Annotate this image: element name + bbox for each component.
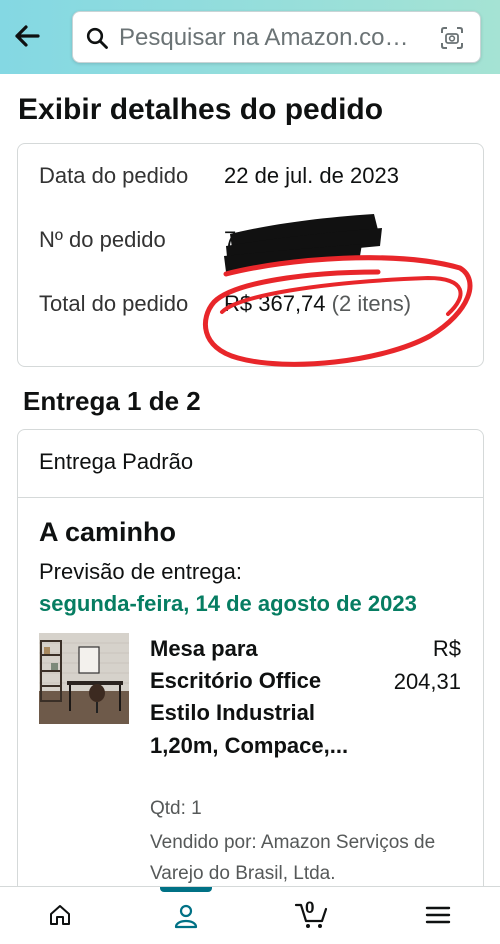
nav-menu[interactable] (375, 887, 500, 944)
order-total-amount: R$ 367,74 (224, 291, 326, 316)
delivery-status: A caminho (39, 517, 177, 547)
search-placeholder[interactable]: Pesquisar na Amazon.co… (119, 24, 437, 52)
order-total-label: Total do pedido (39, 291, 189, 316)
product-image[interactable] (39, 633, 129, 724)
price-currency: R$ (432, 636, 461, 661)
divider (18, 497, 483, 498)
search-input[interactable]: Pesquisar na Amazon.co… (72, 11, 481, 63)
product-title[interactable]: Mesa para Escritório Office Estilo Indus… (150, 633, 350, 762)
order-number-label: Nº do pedido (39, 227, 166, 252)
delivery-card: Entrega Padrão A caminho Previsão de ent… (17, 429, 484, 899)
shipping-method: Entrega Padrão (39, 449, 194, 474)
nav-home[interactable] (0, 887, 125, 944)
order-date-value: 22 de jul. de 2023 (224, 163, 399, 188)
order-item-count: (2 itens) (331, 291, 412, 316)
price-value: 204,31 (393, 669, 461, 694)
bottom-navigation (0, 886, 500, 944)
account-icon[interactable] (173, 903, 199, 929)
delivery-heading: Entrega 1 de 2 (23, 386, 201, 416)
back-arrow-icon (15, 25, 40, 47)
search-icon[interactable] (85, 26, 109, 50)
order-total-value: R$ 367,74 (2 itens) (224, 288, 411, 320)
back-button[interactable] (8, 16, 48, 56)
seller-info: Vendido por: Amazon Serviços de Varejo d… (150, 832, 436, 884)
nav-account[interactable] (125, 887, 250, 944)
quantity: Qtd: 1 (150, 798, 202, 819)
home-icon[interactable] (48, 903, 72, 927)
camera-icon[interactable] (439, 25, 465, 51)
menu-icon[interactable] (425, 903, 451, 927)
order-date-label: Data do pedido (39, 163, 189, 188)
cart-count: 0 (305, 898, 315, 917)
page-title: Exibir detalhes do pedido (18, 93, 384, 126)
redaction-scribble (224, 214, 382, 272)
eta-label: Previsão de entrega: (39, 559, 243, 584)
eta-date: segunda-feira, 14 de agosto de 2023 (39, 591, 417, 616)
top-bar: Pesquisar na Amazon.co… (0, 0, 500, 74)
